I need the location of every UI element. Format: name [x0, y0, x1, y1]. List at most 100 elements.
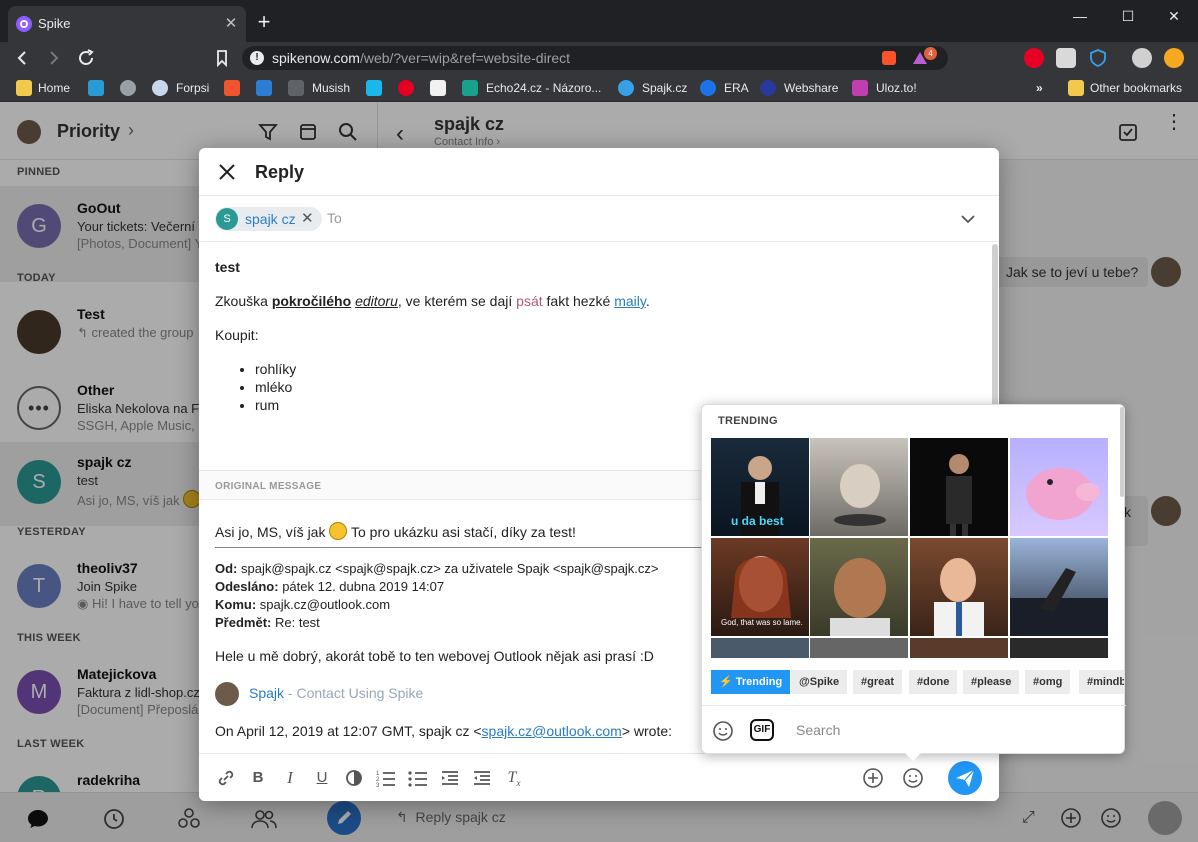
gif-thumbnail[interactable]: [910, 438, 1008, 536]
tab-title: Spike: [38, 16, 71, 31]
window-close-icon[interactable]: ✕: [1160, 6, 1188, 26]
indent-icon[interactable]: [439, 767, 461, 789]
recipient-avatar: S: [216, 208, 238, 230]
apple-icon[interactable]: [120, 80, 136, 96]
underline-icon[interactable]: U: [311, 767, 333, 789]
tag-trending[interactable]: ⚡ Trending: [711, 670, 791, 694]
chevron-down-icon[interactable]: [959, 210, 977, 228]
bookmark-spajk[interactable]: Spajk.cz: [642, 81, 687, 95]
signature-link[interactable]: Spajk: [249, 685, 284, 701]
bookmark-other[interactable]: Other bookmarks: [1090, 81, 1182, 95]
tag-omg[interactable]: #omg: [1025, 670, 1071, 694]
body-link[interactable]: maily: [614, 293, 646, 309]
gif-thumbnail[interactable]: God, that was so lame.: [711, 538, 809, 636]
formatting-toolbar: B I U 123 Tx: [199, 753, 999, 801]
gif-thumbnail[interactable]: [1010, 638, 1108, 658]
svg-text:3: 3: [376, 783, 380, 789]
gif-thumbnail[interactable]: [711, 638, 809, 658]
body-paragraph: Koupit:: [215, 327, 259, 343]
profile-avatar-icon[interactable]: [1132, 48, 1152, 68]
webshare-icon: [760, 80, 776, 96]
tag-done[interactable]: #done: [909, 670, 958, 694]
address-bar[interactable]: ! spikenow.com/web/?ver=wip&ref=website-…: [242, 46, 948, 70]
spike-favicon-icon: [16, 16, 32, 32]
recipient-name: spajk cz: [245, 211, 296, 227]
gif-thumbnail[interactable]: [810, 438, 908, 536]
bookmark-icon[interactable]: [256, 80, 272, 96]
reload-icon[interactable]: [74, 46, 98, 70]
bookmark-icon[interactable]: [88, 80, 104, 96]
gif-thumbnail[interactable]: [810, 638, 908, 658]
tab-close-icon[interactable]: ✕: [220, 13, 242, 35]
picker-pointer: [905, 753, 921, 761]
folder-icon: [1068, 80, 1084, 96]
bookmark-star-icon[interactable]: [210, 46, 234, 70]
bookmark-webshare[interactable]: Webshare: [784, 81, 838, 95]
spajk-icon: [618, 80, 634, 96]
numbered-list-icon[interactable]: 123: [375, 767, 397, 789]
pinterest-extension-icon[interactable]: [1024, 48, 1044, 68]
clear-format-icon[interactable]: Tx: [503, 767, 525, 789]
original-message-label: ORIGINAL MESSAGE: [215, 481, 322, 492]
pinterest-icon[interactable]: [398, 80, 414, 96]
bookmark-era[interactable]: ERA: [724, 81, 749, 95]
brave-shield-icon[interactable]: [882, 51, 896, 65]
maximize-icon[interactable]: ☐: [1114, 6, 1142, 26]
emoji-tab-icon[interactable]: [712, 720, 734, 742]
italic-icon[interactable]: I: [279, 767, 301, 789]
bullet-list-icon[interactable]: [407, 767, 429, 789]
text-color-icon[interactable]: [343, 767, 365, 789]
tag-spike[interactable]: @Spike: [791, 670, 848, 694]
wikipedia-icon[interactable]: [430, 80, 446, 96]
ulozto-icon: [852, 80, 868, 96]
add-circle-icon[interactable]: [862, 767, 884, 789]
body-heading: test: [215, 259, 240, 275]
to-field[interactable]: To: [327, 210, 342, 226]
gif-thumbnail[interactable]: u da best: [711, 438, 809, 536]
site-info-icon[interactable]: !: [250, 51, 264, 65]
tag-please[interactable]: #please: [963, 670, 1020, 694]
list-item: mléko: [255, 378, 985, 396]
shield-extension-icon[interactable]: [1088, 48, 1108, 68]
bookmark-icon[interactable]: [224, 80, 240, 96]
tag-great[interactable]: #great: [853, 670, 903, 694]
outdent-icon[interactable]: [471, 767, 493, 789]
signature-avatar: [215, 682, 239, 706]
bookmarks-overflow-icon[interactable]: »: [1036, 81, 1043, 95]
gif-thumbnail[interactable]: [910, 638, 1008, 658]
extension-icon[interactable]: [1056, 48, 1076, 68]
modal-header: Reply: [199, 148, 999, 196]
vimeo-icon[interactable]: [366, 80, 382, 96]
forpsi-icon: [152, 80, 168, 96]
gif-thumbnail[interactable]: [1010, 438, 1108, 536]
bookmark-ulozto[interactable]: Uloz.to!: [876, 81, 917, 95]
gif-thumbnail[interactable]: [910, 538, 1008, 636]
minimize-icon[interactable]: —: [1066, 6, 1094, 26]
email-link[interactable]: spajk.cz@outlook.com: [482, 723, 622, 739]
bookmark-forpsi[interactable]: Forpsi: [176, 81, 209, 95]
folder-icon: [16, 80, 32, 96]
new-tab-icon[interactable]: +: [252, 10, 276, 34]
gif-thumbnail[interactable]: [1010, 538, 1108, 636]
bookmark-musish[interactable]: Musish: [312, 81, 350, 95]
gif-thumbnail[interactable]: [810, 538, 908, 636]
gif-tab-icon[interactable]: GIF: [750, 719, 774, 741]
forward-icon[interactable]: [42, 46, 66, 70]
gif-scrollbar[interactable]: [1120, 407, 1124, 497]
close-icon[interactable]: [217, 162, 237, 182]
modal-title: Reply: [255, 162, 305, 182]
menu-extension-icon[interactable]: [1164, 48, 1184, 68]
bold-icon[interactable]: B: [247, 767, 269, 789]
link-icon[interactable]: [215, 767, 237, 789]
remove-recipient-icon[interactable]: ✕: [301, 207, 314, 231]
gif-search-input[interactable]: [796, 720, 1096, 740]
tag-mindb[interactable]: #mindb: [1079, 670, 1124, 694]
bookmark-home[interactable]: Home: [38, 81, 70, 95]
browser-tab[interactable]: Spike ✕: [8, 6, 246, 42]
emoji-icon[interactable]: [902, 767, 924, 789]
body-paragraph: Zkouška pokročilého editoru, ve kterém s…: [215, 293, 650, 309]
send-button[interactable]: [948, 761, 982, 795]
recipient-chip[interactable]: S spajk cz ✕: [215, 207, 322, 231]
bookmark-echo24[interactable]: Echo24.cz - Názoro...: [486, 81, 601, 95]
back-icon[interactable]: [10, 46, 34, 70]
